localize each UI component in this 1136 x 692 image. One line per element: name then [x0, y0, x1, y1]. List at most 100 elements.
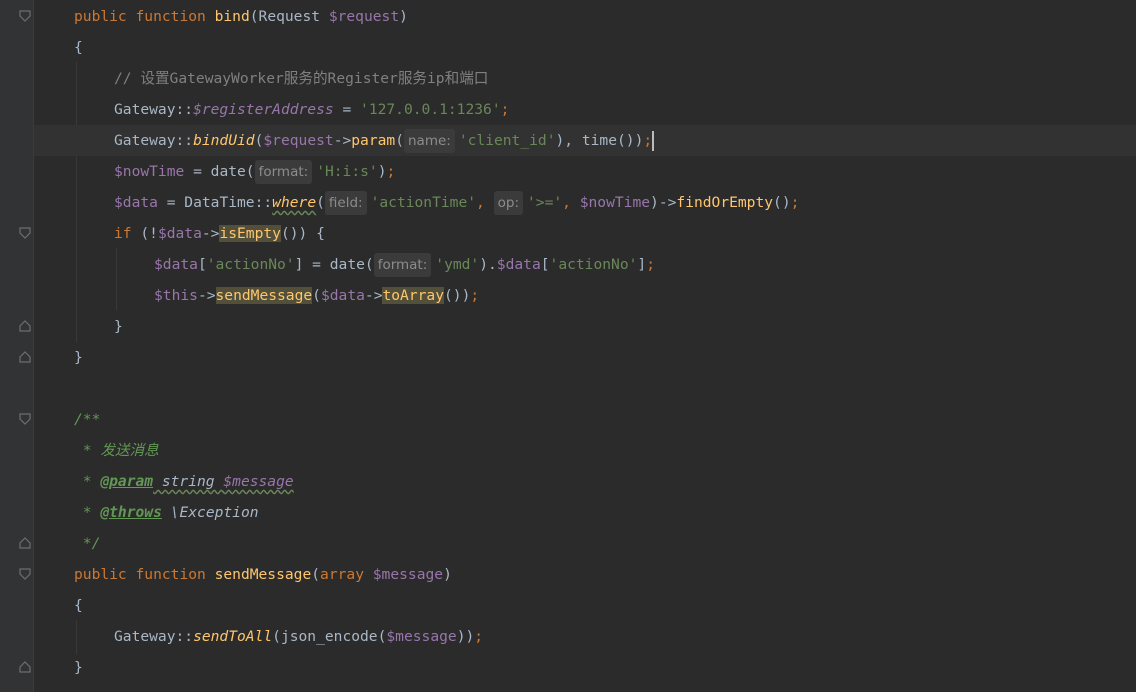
code-area[interactable]: public function bind(Request $request) { /… [34, 0, 1136, 692]
fold-end-icon[interactable] [19, 661, 31, 673]
fold-start-icon[interactable] [19, 227, 31, 239]
code-token: ()) { [280, 225, 325, 242]
code-line[interactable]: public function sendMessage(array $messa… [34, 559, 1136, 590]
code-token: $message [386, 628, 457, 645]
code-line[interactable]: $data['actionNo'] = date(format:'ymd').$… [34, 249, 1136, 280]
parameter-hint: field: [324, 191, 367, 215]
code-token: () [773, 194, 791, 211]
code-token: $nowTime [579, 194, 651, 211]
code-editor[interactable]: public function bind(Request $request) { /… [0, 0, 1136, 692]
fold-end-icon[interactable] [19, 351, 31, 363]
code-line-content: { [74, 590, 83, 621]
code-line-content: $nowTime = date(format: 'H:i:s'); [114, 156, 395, 187]
code-token: toArray [382, 287, 444, 304]
code-line[interactable]: public function bind(Request $request) [34, 1, 1136, 32]
code-token: bindUid [193, 132, 255, 149]
code-line-content: } [114, 311, 123, 342]
code-token: ( [312, 287, 321, 304]
code-line-content: } [74, 652, 83, 683]
code-line[interactable]: $this->sendMessage($data->toArray()); [34, 280, 1136, 311]
code-token: $this [154, 287, 198, 304]
code-token: ). [479, 256, 497, 273]
code-token: )) [456, 628, 475, 645]
code-token: findOrEmpty [676, 194, 774, 211]
code-line[interactable]: */ [34, 528, 1136, 559]
code-token: $message [372, 566, 444, 583]
code-token: @param [100, 473, 154, 490]
code-token: $nowTime [114, 163, 185, 180]
code-token: 'ymd' [435, 256, 480, 273]
code-token: { [74, 597, 83, 614]
code-token: Gateway:: [114, 132, 194, 149]
code-line-content: public function sendMessage(array $messa… [74, 559, 452, 590]
code-token: [ [197, 256, 207, 273]
code-token: $data [157, 225, 202, 242]
code-line[interactable]: { [34, 32, 1136, 63]
code-line-content: if (!$data->isEmpty()) { [114, 218, 325, 249]
fold-end-icon[interactable] [19, 537, 31, 549]
code-line[interactable]: Gateway::bindUid($request->param(name:'c… [34, 125, 1136, 156]
code-token: ()) [617, 132, 644, 149]
code-token: )-> [650, 194, 677, 211]
code-token: ()) [444, 287, 471, 304]
parameter-hint: op: [493, 191, 523, 215]
fold-start-icon[interactable] [19, 413, 31, 425]
code-token: $data [114, 194, 158, 211]
code-token: $message [223, 473, 294, 490]
code-token: string [153, 473, 224, 490]
code-token: = DataTime:: [157, 194, 273, 211]
code-token: -> [201, 225, 220, 242]
code-token: } [74, 349, 83, 366]
code-line[interactable]: Gateway::sendToAll(json_encode($message)… [34, 621, 1136, 652]
code-line-content: Gateway::$registerAddress = '127.0.0.1:1… [114, 94, 509, 125]
code-line[interactable]: } [34, 652, 1136, 683]
code-line[interactable]: $nowTime = date(format: 'H:i:s'); [34, 156, 1136, 187]
code-line[interactable]: { [34, 590, 1136, 621]
code-token: $request [263, 132, 334, 149]
code-line[interactable]: * @param string $message [34, 466, 1136, 497]
code-line[interactable]: Gateway::$registerAddress = '127.0.0.1:1… [34, 94, 1136, 125]
code-token: ( [395, 132, 404, 149]
code-token: bind [214, 8, 250, 25]
code-token: */ [74, 535, 101, 552]
code-token: ; [646, 256, 655, 273]
code-token: , [476, 194, 494, 211]
code-line[interactable]: } [34, 311, 1136, 342]
code-token: ; [643, 132, 653, 149]
code-token: isEmpty [219, 225, 281, 242]
code-token: (json_encode( [272, 628, 387, 645]
code-line[interactable]: if (!$data->isEmpty()) { [34, 218, 1136, 249]
code-line-content: Gateway::bindUid($request->param(name:'c… [114, 125, 655, 156]
code-line[interactable]: $data = DataTime::where(field:'actionTim… [34, 187, 1136, 218]
code-token: * [74, 504, 101, 521]
code-token: -> [197, 287, 216, 304]
code-line[interactable] [34, 373, 1136, 404]
code-line[interactable]: * 发送消息 [34, 435, 1136, 466]
code-token: { [74, 39, 83, 56]
code-line-content: public function bind(Request $request) [74, 1, 408, 32]
parameter-hint: format: [254, 160, 313, 184]
code-token: } [74, 659, 83, 676]
code-line-content: Gateway::sendToAll(json_encode($message)… [114, 621, 483, 652]
code-line[interactable]: * @throws \Exception [34, 497, 1136, 528]
code-line[interactable]: } [34, 342, 1136, 373]
code-token: $data [154, 256, 198, 273]
fold-end-icon[interactable] [19, 320, 31, 332]
code-token: ), [555, 132, 582, 149]
fold-start-icon[interactable] [19, 568, 31, 580]
code-token: param [351, 132, 396, 149]
fold-start-icon[interactable] [19, 10, 31, 22]
code-line[interactable]: /** [34, 404, 1136, 435]
code-token: (! [140, 225, 158, 242]
code-token: (Request [249, 8, 329, 25]
code-token: -> [364, 287, 383, 304]
code-line-content: * @param string $message [74, 466, 294, 497]
code-line-content: */ [74, 528, 101, 559]
code-token: sendMessage [214, 566, 312, 583]
code-token: * [74, 473, 101, 490]
code-line[interactable]: // 设置GatewayWorker服务的Register服务ip和端口 [34, 63, 1136, 94]
editor-gutter [0, 0, 34, 692]
code-token: sendToAll [193, 628, 273, 645]
code-token: ) [377, 163, 387, 180]
